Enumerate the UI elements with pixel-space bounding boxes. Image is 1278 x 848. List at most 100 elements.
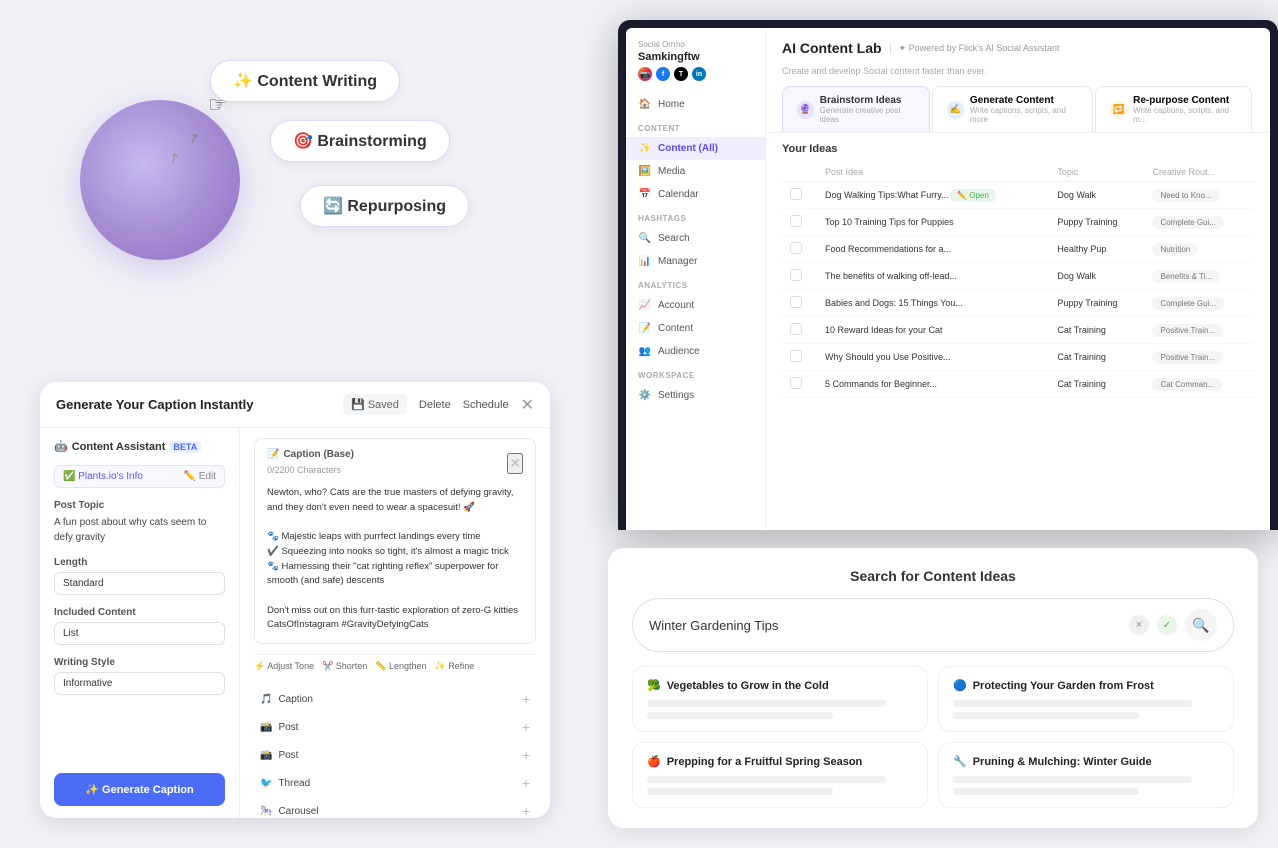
app-title: AI Content Lab [782,40,882,56]
app-main: AI Content Lab ✦ Powered by Flick's AI S… [766,28,1270,530]
add-content-type-button[interactable]: + [522,719,530,735]
content-type-list: 🎵Caption+📸Post+📸Post+🐦Thread+🎠Carousel+🎬… [254,686,536,818]
row-topic-cell: Cat Training [1049,317,1144,344]
row-checkbox[interactable] [790,296,802,308]
char-count: 0/2200 Characters [267,465,341,475]
settings-label: Settings [658,390,694,401]
table-row[interactable]: The benefits of walking off-lead... Dog … [782,263,1254,290]
sidebar-item-content-analytics[interactable]: 📝 Content [626,317,765,340]
sidebar-item-manager[interactable]: 📊 Manager [626,250,765,273]
audience-icon: 👥 [638,346,652,357]
tab-generate[interactable]: ✍️ Generate Content Write captions, scri… [932,86,1093,132]
content-type-item[interactable]: 📸Post + [254,714,536,740]
row-checkbox-cell [782,344,817,371]
content-type-item[interactable]: 🎵Caption + [254,686,536,712]
delete-button[interactable]: Delete [419,399,451,411]
tab-brainstorm[interactable]: 🔮 Brainstorm Ideas Generate creative pos… [782,86,930,132]
lengthen-button[interactable]: 📏 Lengthen [375,661,426,672]
row-topic-cell: Healthy Pup [1049,236,1144,263]
sidebar-item-content-all[interactable]: ✨ Content (All) [626,137,765,160]
content-type-item[interactable]: 📸Post + [254,742,536,768]
media-icon: 🖼️ [638,166,652,177]
add-content-type-button[interactable]: + [522,691,530,707]
content-type-item[interactable]: 🎠Carousel+ [254,798,536,818]
idea-card-emoji: 🔵 [953,679,967,692]
close-button[interactable]: ✕ [521,395,534,415]
sidebar-item-home[interactable]: 🏠 Home [626,93,765,116]
row-title: 5 Commands for Beginner... [825,379,937,389]
idea-card[interactable]: 🍎 Prepping for a Fruitful Spring Season [632,742,928,808]
row-checkbox[interactable] [790,269,802,281]
length-select[interactable]: Standard [54,572,225,595]
idea-card-title: 🍎 Prepping for a Fruitful Spring Season [647,755,913,768]
row-checkbox-cell [782,290,817,317]
table-row[interactable]: 10 Reward Ideas for your Cat Cat Trainin… [782,317,1254,344]
caption-close-button[interactable]: ✕ [507,453,523,474]
clear-search-button[interactable]: × [1129,615,1149,635]
content-type-item[interactable]: 🐦Thread+ [254,770,536,796]
save-button[interactable]: 💾 Saved [343,394,407,415]
assistant-title: 🤖 Content Assistant BETA [54,440,201,453]
sidebar-item-account[interactable]: 📈 Account [626,294,765,317]
generate-tab-sub: Write captions, scripts, and more [970,106,1078,124]
search-bar[interactable]: × ✓ 🔍 [632,598,1234,652]
content-writing-pill[interactable]: ✨ Content Writing [210,60,400,102]
table-row[interactable]: Food Recommendations for a... Healthy Pu… [782,236,1254,263]
add-content-type-button[interactable]: + [522,775,530,791]
row-title-cell: 10 Reward Ideas for your Cat [817,317,1049,344]
row-checkbox[interactable] [790,377,802,389]
search-content-section: Search for Content Ideas × ✓ 🔍 🥦 Vegetab… [608,548,1258,828]
search-icon: 🔍 [638,233,652,244]
brainstorm-tab-icon: 🔮 [797,101,814,119]
sidebar-item-settings[interactable]: ⚙️ Settings [626,384,765,407]
idea-card[interactable]: 🥦 Vegetables to Grow in the Cold [632,666,928,732]
brainstorming-pill[interactable]: 🎯 Brainstorming [270,120,450,162]
add-content-type-button[interactable]: + [522,747,530,763]
search-input[interactable] [649,618,1117,633]
app-header: AI Content Lab ✦ Powered by Flick's AI S… [766,28,1270,133]
plants-edit[interactable]: ✏️ Edit [184,471,216,482]
table-row[interactable]: Top 10 Training Tips for Puppies Puppy T… [782,209,1254,236]
table-row[interactable]: Babies and Dogs: 15 Things You... Puppy … [782,290,1254,317]
included-content-select[interactable]: List [54,622,225,645]
sidebar-item-search[interactable]: 🔍 Search [626,227,765,250]
refine-button[interactable]: ✨ Refine [435,661,475,672]
row-checkbox[interactable] [790,215,802,227]
row-checkbox[interactable] [790,350,802,362]
search-submit-button[interactable]: 🔍 [1185,609,1217,641]
table-row[interactable]: Dog Walking Tips:What Furry... ✏️ Open D… [782,182,1254,209]
idea-card[interactable]: 🔧 Pruning & Mulching: Winter Guide [938,742,1234,808]
writing-style-select[interactable]: Informative [54,672,225,695]
schedule-button[interactable]: Schedule [463,399,509,411]
content-type-icon: 📸Post [260,722,298,733]
social-icons: 📷 f T in [638,67,753,81]
sidebar-item-calendar[interactable]: 📅 Calendar [626,183,765,206]
status-pill: Nutrition [1152,243,1198,256]
row-checkbox-cell [782,182,817,209]
adjust-tone-button[interactable]: ⚡ Adjust Tone [254,661,314,672]
shorten-button[interactable]: ✂️ Shorten [322,661,367,672]
content-type-icon: 🎵Caption [260,694,313,705]
table-row[interactable]: Why Should you Use Positive... Cat Train… [782,344,1254,371]
row-checkbox[interactable] [790,242,802,254]
length-field: Length Standard [54,557,225,595]
idea-card[interactable]: 🔵 Protecting Your Garden from Frost [938,666,1234,732]
sidebar-item-audience[interactable]: 👥 Audience [626,340,765,363]
row-checkbox[interactable] [790,188,802,200]
generate-caption-button[interactable]: ✨ Generate Caption [54,773,225,806]
row-checkbox[interactable] [790,323,802,335]
add-content-type-button[interactable]: + [522,803,530,818]
search-label: Search [658,233,690,244]
content-type-icon: 📸Post [260,750,298,761]
calendar-label: Calendar [658,189,699,200]
writing-style-field: Writing Style Informative [54,657,225,695]
row-checkbox-cell [782,209,817,236]
repurposing-pill[interactable]: 🔄 Repurposing [300,185,469,227]
table-row[interactable]: 5 Commands for Beginner... Cat Training … [782,371,1254,398]
row-title: 10 Reward Ideas for your Cat [825,325,943,335]
brainstorming-pill-label: 🎯 Brainstorming [293,131,427,151]
sidebar-item-media[interactable]: 🖼️ Media [626,160,765,183]
confirm-search-button[interactable]: ✓ [1157,615,1177,635]
tab-repurpose[interactable]: 🔁 Re-purpose Content Write captions, scr… [1095,86,1252,132]
row-topic-cell: Dog Walk [1049,263,1144,290]
